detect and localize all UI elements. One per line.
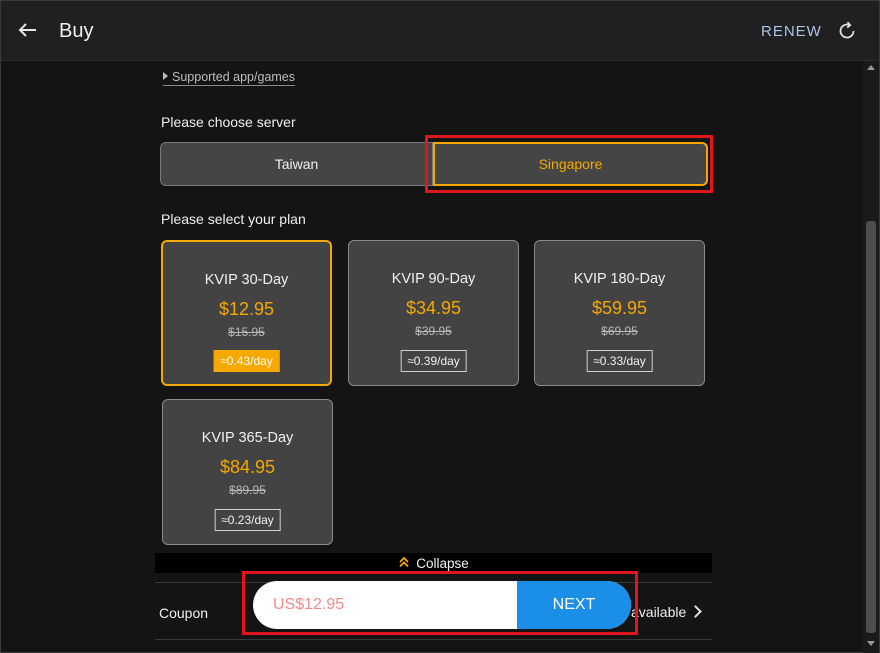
plan-original-price: $89.95 <box>229 483 266 497</box>
plan-daily-badge: ≈0.39/day <box>400 350 467 372</box>
plan-name: KVIP 365-Day <box>201 430 294 446</box>
arrow-left-icon[interactable] <box>15 17 41 43</box>
plan-original-price: $39.95 <box>415 324 452 338</box>
server-option-taiwan[interactable]: Taiwan <box>160 142 433 186</box>
plan-original-price: $15.95 <box>228 325 265 339</box>
plan-card-30-day[interactable]: KVIP 30-Day $12.95 $15.95 ≈0.43/day <box>161 240 332 386</box>
refresh-icon[interactable] <box>835 19 859 43</box>
caret-right-icon <box>163 72 168 80</box>
plan-card-180-day[interactable]: KVIP 180-Day $59.95 $69.95 ≈0.33/day <box>534 240 705 386</box>
server-selector: Taiwan Singapore <box>160 142 708 186</box>
renew-button[interactable]: RENEW <box>761 23 822 40</box>
supported-apps-label: Supported app/games <box>172 70 296 84</box>
plan-original-price: $69.95 <box>601 324 638 338</box>
plan-name: KVIP 90-Day <box>391 271 476 287</box>
coupon-label: Coupon <box>159 605 209 621</box>
server-section-label: Please choose server <box>161 114 296 130</box>
plan-daily-badge: ≈0.43/day <box>213 350 280 372</box>
plan-daily-badge: ≈0.33/day <box>586 350 653 372</box>
plan-daily-badge: ≈0.23/day <box>214 509 281 531</box>
chevron-right-icon <box>689 605 702 618</box>
app-window: Buy RENEW Supported app/games Please cho… <box>0 0 880 653</box>
supported-apps-link[interactable]: Supported app/games <box>163 70 296 86</box>
scroll-down-icon[interactable] <box>867 641 875 646</box>
scrollbar[interactable] <box>863 61 879 653</box>
scroll-thumb[interactable] <box>866 221 876 633</box>
total-price: US$12.95 <box>273 596 345 613</box>
plan-section-label: Please select your plan <box>161 211 306 227</box>
plan-price: $84.95 <box>219 457 276 477</box>
coupon-available-text: available <box>631 604 687 620</box>
next-button[interactable]: NEXT <box>517 581 631 629</box>
collapse-label: Collapse <box>416 555 469 571</box>
plan-card-90-day[interactable]: KVIP 90-Day $34.95 $39.95 ≈0.39/day <box>348 240 519 386</box>
plan-price: $59.95 <box>591 298 648 318</box>
top-bar: Buy RENEW <box>1 1 879 61</box>
collapse-toggle[interactable]: Collapse <box>155 553 712 573</box>
checkout-bar: US$12.95 NEXT <box>253 581 631 629</box>
server-option-singapore[interactable]: Singapore <box>433 142 708 186</box>
plan-price: $12.95 <box>218 299 275 319</box>
plan-name: KVIP 30-Day <box>204 272 289 288</box>
plan-card-365-day[interactable]: KVIP 365-Day $84.95 $89.95 ≈0.23/day <box>162 399 333 545</box>
page-title: Buy <box>59 20 94 42</box>
plan-price: $34.95 <box>405 298 462 318</box>
plan-name: KVIP 180-Day <box>573 271 666 287</box>
double-chevron-up-icon <box>398 556 410 571</box>
scroll-up-icon[interactable] <box>867 65 875 70</box>
